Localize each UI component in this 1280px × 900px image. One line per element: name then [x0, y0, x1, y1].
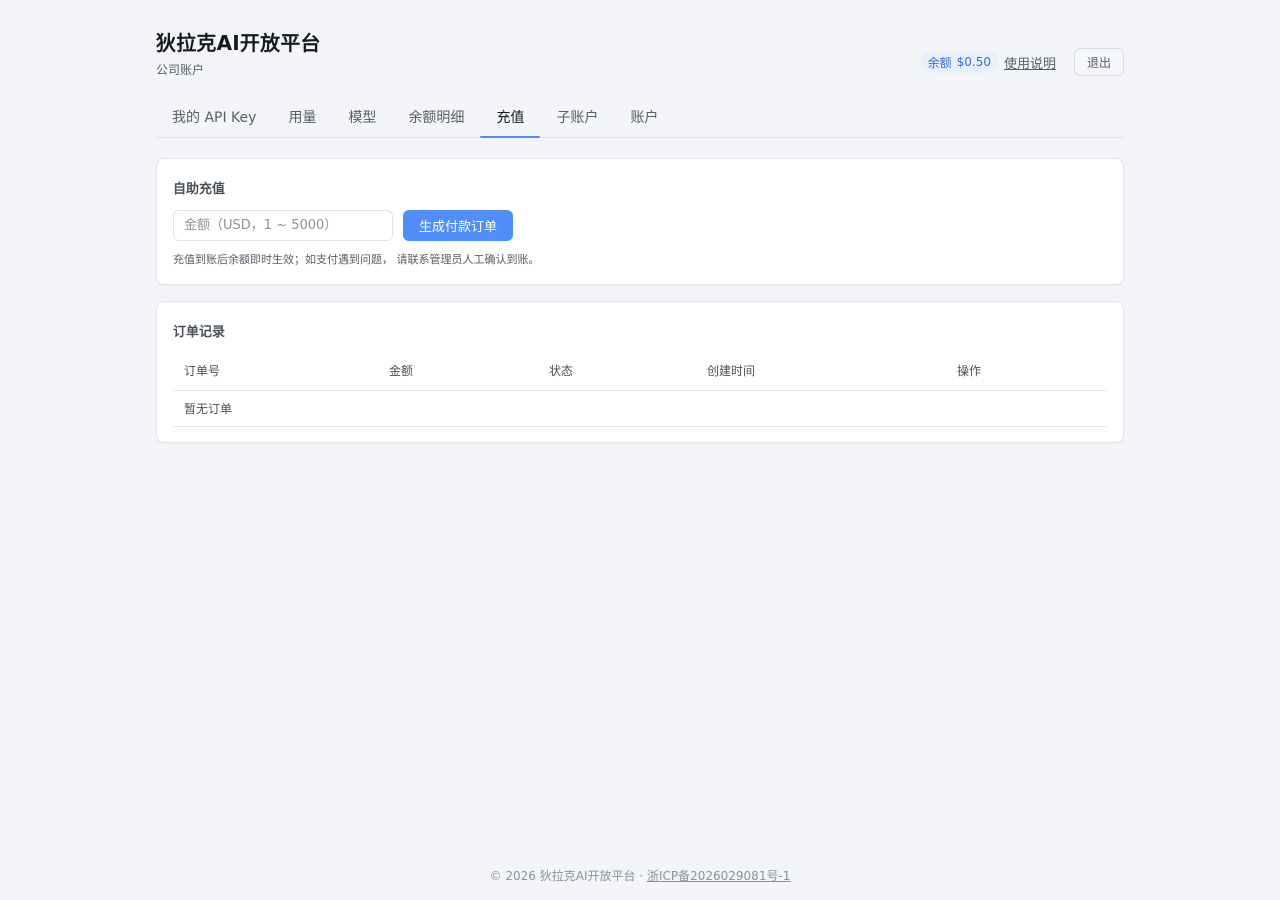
- tab-account[interactable]: 账户: [614, 96, 674, 137]
- empty-row: 暂无订单: [173, 390, 1107, 427]
- tab-api-keys[interactable]: 我的 API Key: [156, 96, 272, 137]
- page-root: 狄拉克AI开放平台 公司账户 余额 $0.50 使用说明 退出 我的 API K…: [0, 0, 1280, 900]
- balance-value: $0.50: [956, 55, 991, 69]
- tab-bar: 我的 API Key 用量 模型 余额明细 充值 子账户 账户: [156, 96, 1124, 138]
- page-header: 狄拉克AI开放平台 公司账户 余额 $0.50 使用说明 退出: [156, 0, 1124, 96]
- header-actions: 余额 $0.50 使用说明 退出: [920, 48, 1124, 76]
- account-type-label: 公司账户: [156, 63, 205, 77]
- column-header-created-time: 创建时间: [696, 352, 946, 391]
- orders-table: 订单号 金额 状态 创建时间 操作 暂无订单: [173, 352, 1107, 427]
- tab-balance-details[interactable]: 余额明细: [392, 96, 480, 137]
- page-footer: © 2026 狄拉克AI开放平台 · 浙ICP备2026029081号-1: [0, 867, 1280, 884]
- empty-orders-text: 暂无订单: [173, 390, 1107, 427]
- recharge-card: 自助充值 生成付款订单 充值到账后余额即时生效；如支付遇到问题， 请联系管理员人…: [156, 158, 1124, 285]
- balance-label: 余额: [927, 55, 952, 70]
- create-order-button[interactable]: 生成付款订单: [403, 210, 513, 241]
- column-header-status: 状态: [538, 352, 696, 391]
- column-header-order-id: 订单号: [173, 352, 378, 391]
- table-header-row: 订单号 金额 状态 创建时间 操作: [173, 352, 1107, 391]
- tab-recharge[interactable]: 充值: [480, 96, 541, 138]
- main-container: 狄拉克AI开放平台 公司账户 余额 $0.50 使用说明 退出 我的 API K…: [156, 0, 1124, 443]
- tab-usage[interactable]: 用量: [272, 96, 332, 137]
- tab-sub-accounts[interactable]: 子账户: [540, 96, 614, 137]
- recharge-title: 自助充值: [173, 182, 226, 197]
- recharge-hint: 充值到账后余额即时生效；如支付遇到问题， 请联系管理员人工确认到账。: [173, 253, 540, 266]
- orders-title: 订单记录: [173, 325, 226, 340]
- column-header-amount: 金额: [378, 352, 538, 391]
- logout-button[interactable]: 退出: [1074, 48, 1124, 76]
- column-header-actions: 操作: [946, 352, 1107, 391]
- help-link[interactable]: 使用说明: [1004, 53, 1056, 72]
- copyright-text: © 2026 狄拉克AI开放平台 ·: [489, 869, 647, 883]
- icp-link[interactable]: 浙ICP备2026029081号-1: [647, 869, 790, 883]
- app-title: 狄拉克AI开放平台: [156, 31, 321, 55]
- amount-input[interactable]: [173, 210, 393, 241]
- orders-card: 订单记录 订单号 金额 状态 创建时间 操作 暂无订单: [156, 301, 1124, 443]
- tab-models[interactable]: 模型: [332, 96, 392, 137]
- balance-badge: 余额 $0.50: [920, 51, 998, 73]
